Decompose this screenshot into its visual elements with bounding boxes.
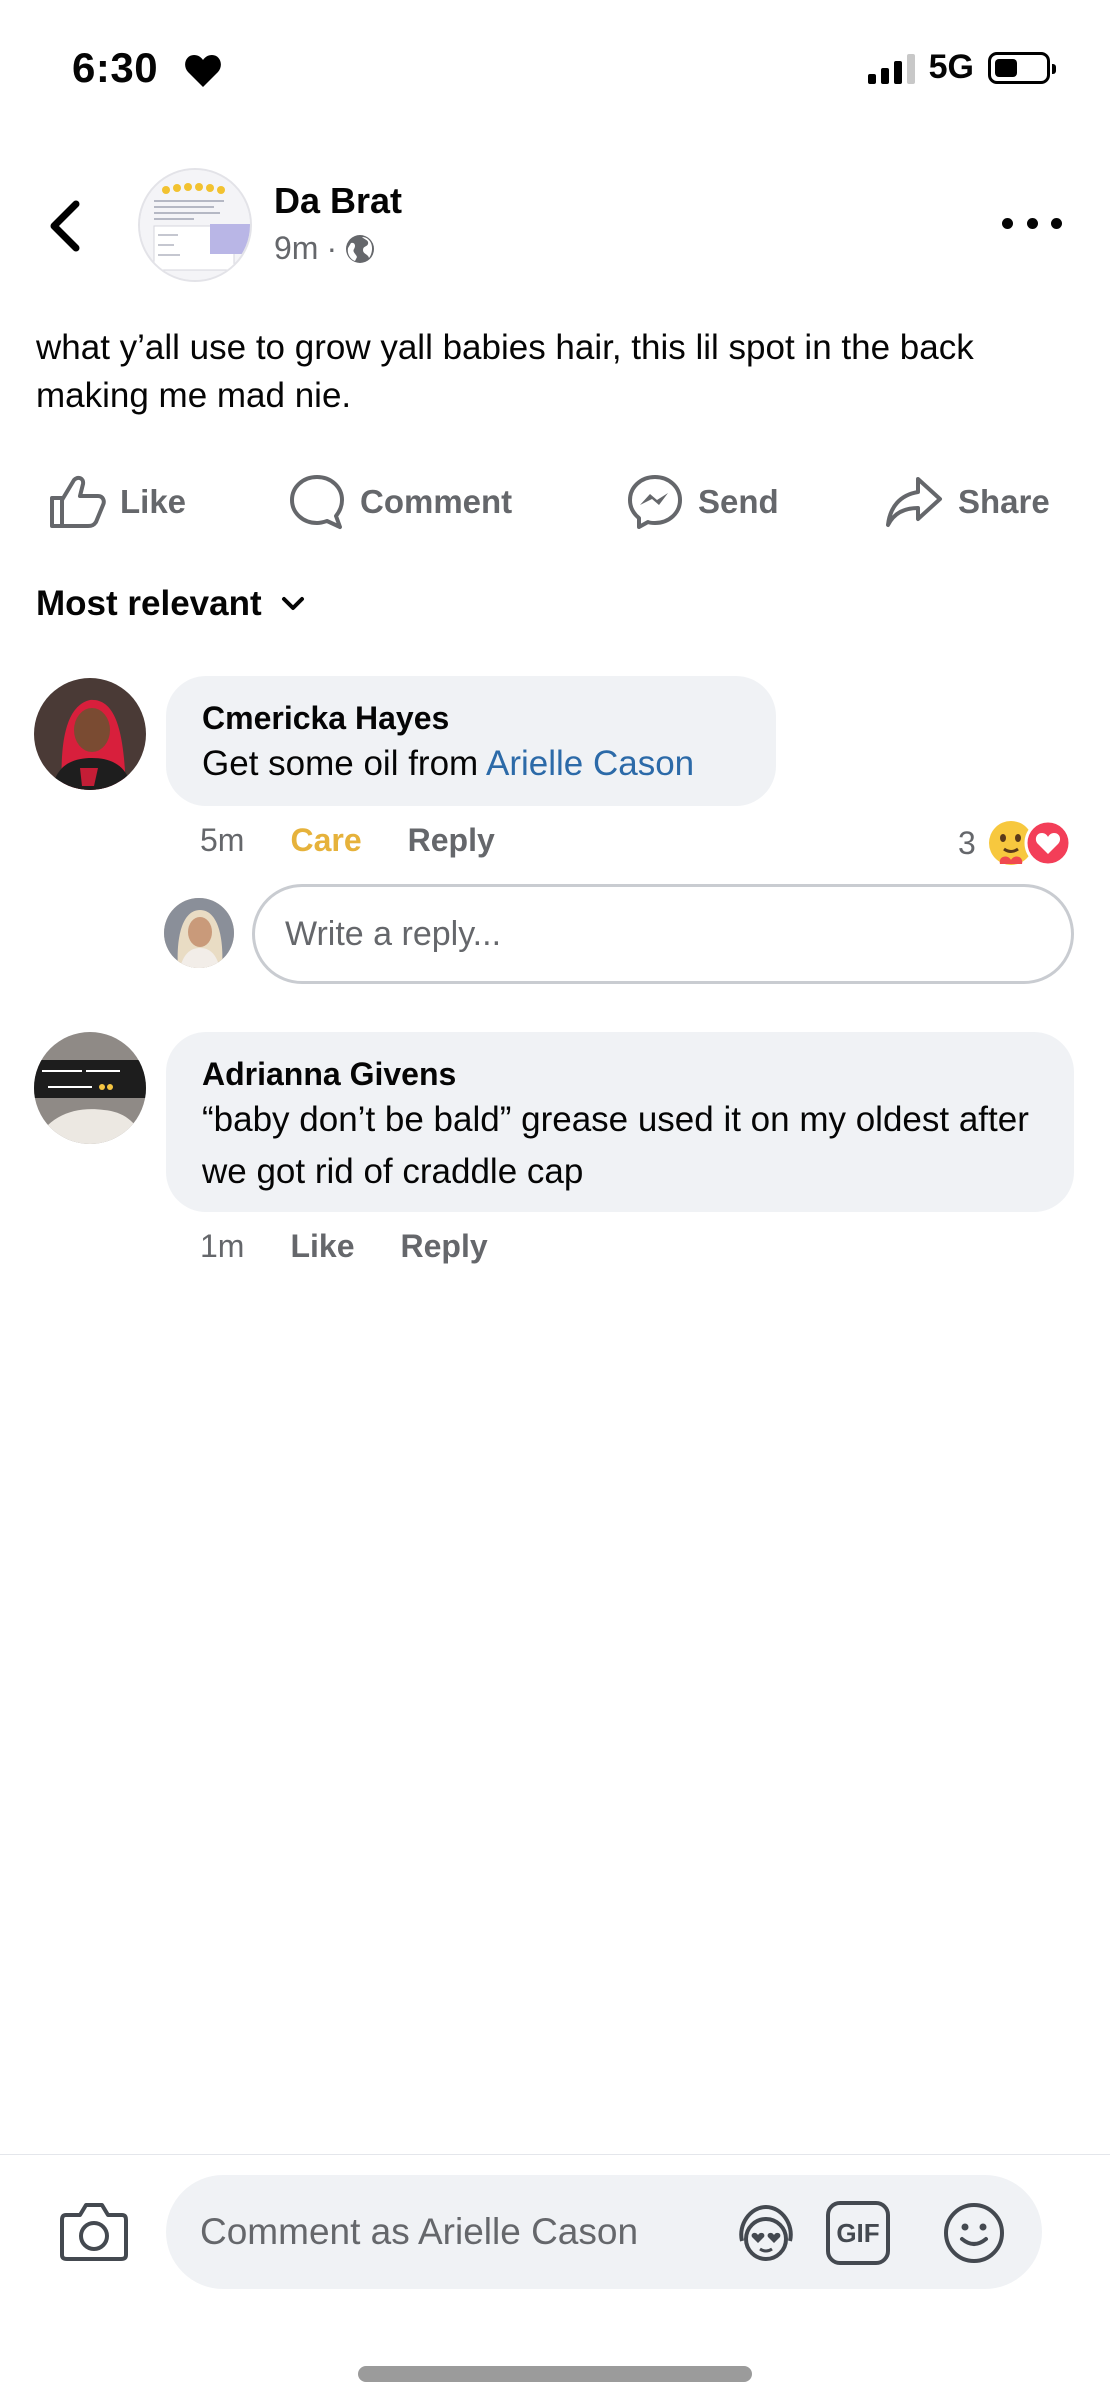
- post-age: 9m: [274, 230, 319, 266]
- comment-placeholder: Comment as Arielle Cason: [200, 2211, 639, 2252]
- status-bar: 6:30 5G: [0, 0, 1110, 140]
- comment-time: 5m: [200, 822, 245, 858]
- reaction-summary[interactable]: 3: [958, 818, 1072, 868]
- comment-bubble-icon: [290, 475, 344, 529]
- back-icon[interactable]: [40, 196, 94, 256]
- author-avatar[interactable]: [138, 168, 252, 282]
- like-button[interactable]: Like: [48, 472, 186, 532]
- reply-input[interactable]: Write a reply...: [252, 884, 1074, 984]
- comment-text-prefix: Get some oil from: [202, 744, 486, 783]
- post-header: Da Brat 9m ·: [0, 160, 1110, 290]
- commenter-avatar[interactable]: [34, 678, 146, 790]
- like-comment-button[interactable]: Like: [290, 1228, 354, 1265]
- author-name[interactable]: Da Brat: [274, 180, 402, 222]
- battery-icon: [988, 51, 1056, 84]
- comment-actions: 5m Care Reply: [200, 822, 495, 859]
- reply-button[interactable]: Reply: [400, 1228, 487, 1265]
- cellular-signal-icon: [867, 52, 915, 84]
- commenter-avatar[interactable]: [34, 1032, 146, 1144]
- comment-actions: 1m Like Reply: [200, 1228, 488, 1265]
- share-label: Share: [958, 483, 1050, 520]
- sort-label: Most relevant: [36, 584, 262, 623]
- like-label: Like: [120, 483, 187, 520]
- gif-button[interactable]: GIF: [826, 2201, 890, 2265]
- send-label: Send: [698, 483, 779, 520]
- reply-button[interactable]: Reply: [408, 822, 495, 859]
- love-emoji-icon: [1024, 819, 1072, 867]
- emoji-icon[interactable]: [942, 2201, 1006, 2265]
- comment-label: Comment: [360, 483, 513, 520]
- comment-text: Get some oil from Arielle Cason: [202, 738, 740, 790]
- chevron-down-icon: [281, 597, 304, 610]
- comment-button[interactable]: Comment: [288, 472, 512, 532]
- meta-separator: ·: [326, 230, 338, 266]
- camera-icon[interactable]: [58, 2199, 130, 2263]
- commenter-name[interactable]: Adrianna Givens: [202, 1054, 1038, 1094]
- thumbs-up-icon: [50, 475, 106, 528]
- mention-link[interactable]: Arielle Cason: [486, 744, 694, 783]
- comment-input[interactable]: Comment as Arielle Cason GIF: [166, 2175, 1042, 2289]
- post-meta: 9m ·: [274, 230, 375, 267]
- comment-sort-dropdown[interactable]: Most relevant: [36, 584, 306, 624]
- network-type: 5G: [928, 48, 974, 86]
- comment-text: “baby don’t be bald” grease used it on m…: [202, 1100, 1029, 1191]
- comment-bubble: Adrianna Givens “baby don’t be bald” gre…: [166, 1032, 1074, 1212]
- share-button[interactable]: Share: [884, 472, 1050, 532]
- avatar-sticker-icon[interactable]: [734, 2201, 798, 2265]
- post-text: what y’all use to grow yall babies hair,…: [36, 328, 974, 415]
- reply-placeholder: Write a reply...: [285, 914, 502, 953]
- globe-icon: [346, 234, 375, 263]
- reaction-count: 3: [958, 824, 976, 861]
- comment-time: 1m: [200, 1228, 245, 1264]
- messenger-icon: [628, 475, 682, 529]
- status-time: 6:30: [72, 44, 159, 91]
- post-action-bar: Like Comment Send Share: [0, 462, 1110, 542]
- comment-bubble: Cmericka Hayes Get some oil from Arielle…: [166, 676, 776, 806]
- gif-label: GIF: [836, 2217, 880, 2248]
- current-user-avatar: [164, 898, 234, 968]
- status-indicators: 5G: [867, 48, 1056, 87]
- heart-icon: [185, 55, 221, 87]
- send-button[interactable]: Send: [626, 472, 779, 532]
- commenter-name[interactable]: Cmericka Hayes: [202, 698, 740, 738]
- care-reaction-button[interactable]: Care: [290, 822, 361, 859]
- share-arrow-icon: [886, 477, 942, 527]
- comment-composer: Comment as Arielle Cason GIF: [0, 2154, 1110, 2294]
- home-indicator[interactable]: [358, 2366, 752, 2382]
- more-options-icon[interactable]: [1002, 210, 1062, 236]
